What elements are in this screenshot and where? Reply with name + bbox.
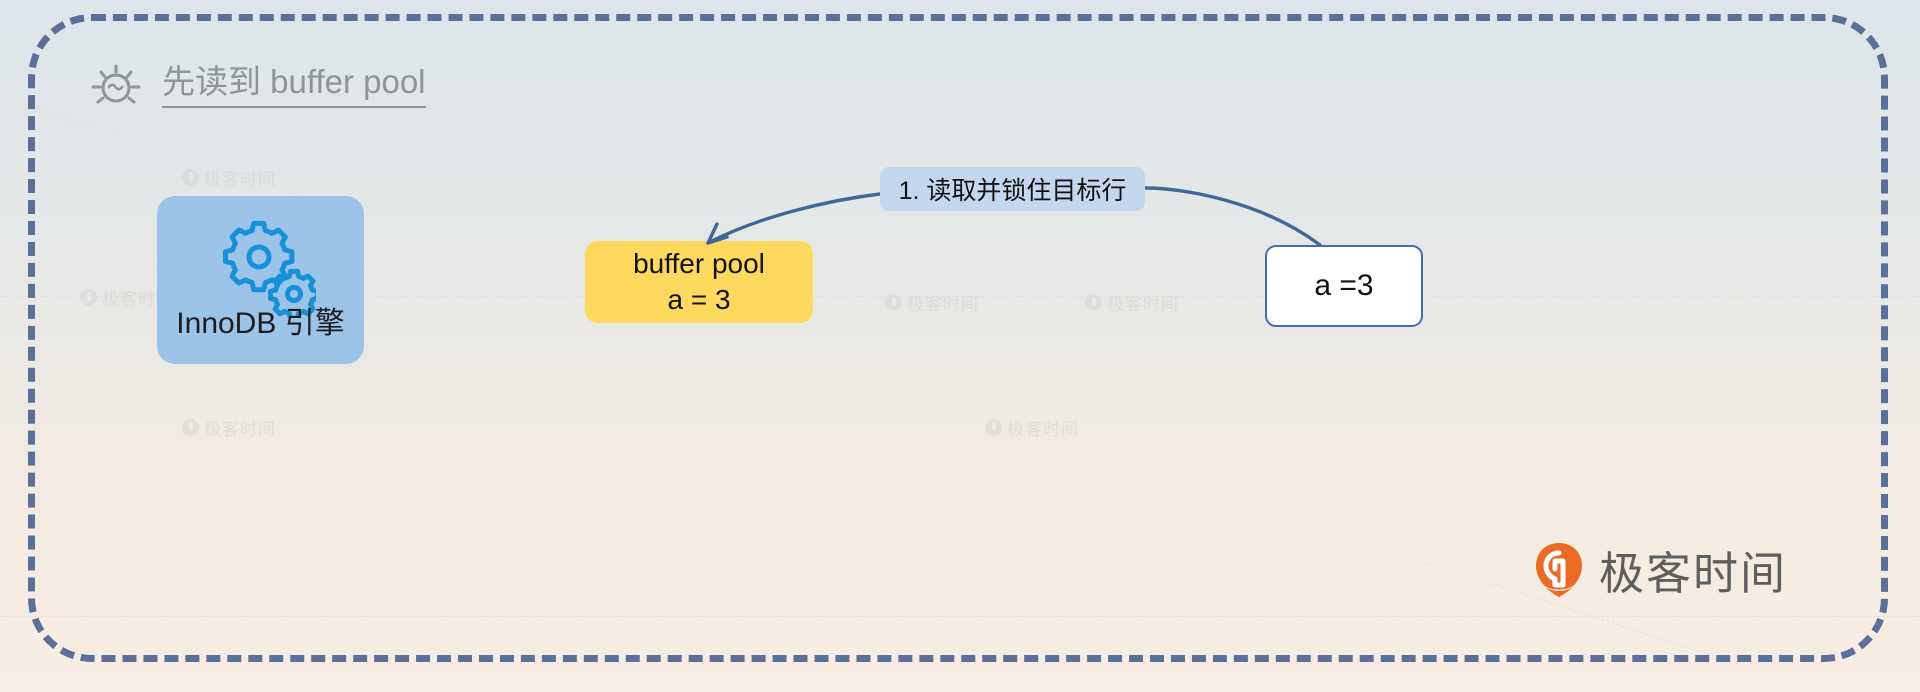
watermark-text: 极客时间 bbox=[204, 170, 276, 189]
node-row-value[interactable]: a =3 bbox=[1265, 245, 1423, 327]
brand-logo: 极客时间 bbox=[1533, 537, 1787, 602]
node-innodb-engine-label: InnoDB 引擎 bbox=[176, 307, 345, 340]
watermark-text: 极客时间 bbox=[1007, 420, 1079, 439]
node-buffer-pool[interactable]: buffer pool a = 3 bbox=[585, 241, 813, 323]
brand-name: 极客时间 bbox=[1599, 548, 1788, 599]
watermark-mark-icon bbox=[80, 289, 97, 306]
watermark-mark-icon bbox=[1085, 294, 1102, 311]
watermark: 极客时间 bbox=[1085, 290, 1179, 315]
watermark: 极客时间 bbox=[182, 415, 276, 440]
watermark-mark-icon bbox=[182, 419, 199, 436]
edge-label-text: 1. 读取并锁住目标行 bbox=[898, 177, 1127, 205]
geektime-logo-icon bbox=[1536, 542, 1582, 597]
node-row-value-label: a =3 bbox=[1314, 269, 1374, 302]
diagram-canvas: 极客时间 极客时间 极客时间 极客时间 极客时间 极客时间 先读到 buffer… bbox=[0, 0, 1920, 692]
diagram-header: 先读到 buffer pool bbox=[88, 58, 426, 114]
watermark-text: 极客时间 bbox=[204, 420, 276, 439]
watermark: 极客时间 bbox=[182, 165, 276, 190]
node-innodb-engine[interactable]: InnoDB 引擎 bbox=[157, 196, 364, 364]
watermark-text: 极客时间 bbox=[1107, 295, 1179, 314]
watermark: 极客时间 bbox=[885, 290, 979, 315]
watermark: 极客时间 bbox=[985, 415, 1079, 440]
sun-lightbulb-icon bbox=[91, 64, 141, 104]
page-title: 先读到 buffer pool bbox=[162, 64, 426, 108]
guide-line-horizontal-lower bbox=[0, 616, 1920, 617]
watermark-mark-icon bbox=[182, 169, 199, 186]
watermark-text: 极客时间 bbox=[907, 295, 979, 314]
watermark-mark-icon bbox=[985, 419, 1002, 436]
node-buffer-pool-title: buffer pool bbox=[633, 247, 765, 279]
edge-label-read-and-lock[interactable]: 1. 读取并锁住目标行 bbox=[880, 167, 1145, 211]
watermark-mark-icon bbox=[885, 294, 902, 311]
node-buffer-pool-value: a = 3 bbox=[667, 284, 731, 315]
